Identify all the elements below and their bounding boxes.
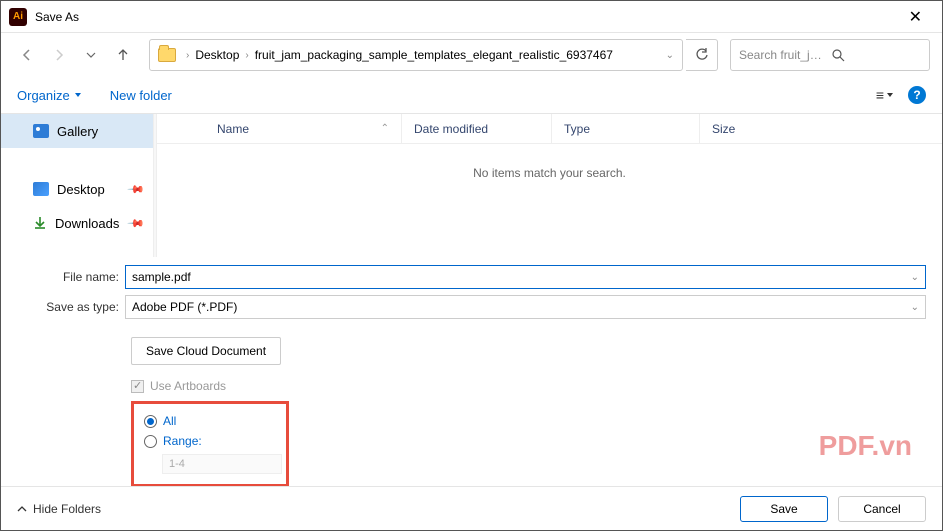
chevron-right-icon: ›	[184, 50, 191, 61]
filename-input[interactable]: sample.pdf⌄	[125, 265, 926, 289]
dialog-title: Save As	[35, 10, 79, 24]
chevron-right-icon: ›	[243, 50, 250, 61]
sidebar-item-downloads[interactable]: Downloads 📌	[1, 206, 153, 240]
filename-label: File name:	[17, 270, 125, 284]
highlighted-options: All Range: 1-4	[131, 401, 289, 487]
radio-icon	[144, 435, 157, 448]
save-cloud-button[interactable]: Save Cloud Document	[131, 337, 281, 365]
radio-label: Range:	[163, 434, 202, 448]
radio-all[interactable]: All	[144, 414, 270, 428]
chevron-down-icon[interactable]: ⌄	[911, 302, 919, 313]
organize-button[interactable]: Organize	[17, 88, 82, 103]
column-type[interactable]: Type	[552, 114, 700, 143]
main-area: Gallery Desktop 📌 Downloads 📌 Name⌃ Date…	[1, 113, 942, 257]
watermark: PDF.vn	[819, 430, 912, 462]
pin-icon: 📌	[127, 214, 146, 233]
recent-dropdown[interactable]	[77, 41, 105, 69]
up-button[interactable]	[109, 41, 137, 69]
help-button[interactable]: ?	[908, 86, 926, 104]
search-placeholder: Search fruit_jam_packaging...	[739, 48, 828, 62]
new-folder-button[interactable]: New folder	[110, 88, 172, 103]
forward-button[interactable]	[45, 41, 73, 69]
back-button[interactable]	[13, 41, 41, 69]
column-size[interactable]: Size	[700, 114, 942, 143]
sidebar-item-gallery[interactable]: Gallery	[1, 114, 153, 148]
folder-icon	[158, 48, 176, 62]
form-area: File name: sample.pdf⌄ Save as type: Ado…	[1, 257, 942, 333]
radio-range[interactable]: Range:	[144, 434, 270, 448]
sort-indicator-icon: ⌃	[381, 123, 389, 134]
cancel-button[interactable]: Cancel	[838, 496, 926, 522]
downloads-icon	[33, 216, 47, 230]
options-area: Save Cloud Document Use Artboards All Ra…	[1, 333, 942, 487]
column-name[interactable]: Name⌃	[157, 114, 402, 143]
empty-message: No items match your search.	[157, 144, 942, 180]
pin-icon: 📌	[127, 180, 146, 199]
titlebar: Ai Save As ✕	[1, 1, 942, 33]
hide-folders-button[interactable]: Hide Folders	[17, 502, 101, 516]
refresh-button[interactable]	[686, 39, 718, 71]
toolbar: Organize New folder ≡ ?	[1, 77, 942, 113]
filetype-row: Save as type: Adobe PDF (*.PDF)⌄	[17, 295, 926, 319]
sidebar-item-label: Desktop	[57, 182, 105, 197]
file-list: Name⌃ Date modified Type Size No items m…	[157, 114, 942, 257]
search-input[interactable]: Search fruit_jam_packaging...	[730, 39, 930, 71]
radio-label: All	[163, 414, 176, 428]
sidebar-item-desktop[interactable]: Desktop 📌	[1, 172, 153, 206]
save-button[interactable]: Save	[740, 496, 828, 522]
gallery-icon	[33, 124, 49, 138]
radio-icon	[144, 415, 157, 428]
sidebar-item-label: Downloads	[55, 216, 119, 231]
sidebar: Gallery Desktop 📌 Downloads 📌	[1, 114, 153, 257]
nav-bar: › Desktop › fruit_jam_packaging_sample_t…	[1, 33, 942, 77]
chevron-up-icon	[17, 504, 27, 514]
desktop-icon	[33, 182, 49, 196]
view-options-button[interactable]: ≡	[876, 87, 894, 103]
chevron-down-icon[interactable]: ⌄	[911, 272, 919, 283]
search-icon	[832, 49, 921, 62]
filename-row: File name: sample.pdf⌄	[17, 265, 926, 289]
footer: Hide Folders Save Cancel	[1, 486, 942, 530]
filetype-select[interactable]: Adobe PDF (*.PDF)⌄	[125, 295, 926, 319]
close-button[interactable]: ✕	[897, 3, 934, 31]
breadcrumb-item[interactable]: Desktop	[191, 48, 243, 62]
filetype-label: Save as type:	[17, 300, 125, 314]
column-headers: Name⌃ Date modified Type Size	[157, 114, 942, 144]
column-date[interactable]: Date modified	[402, 114, 552, 143]
app-icon: Ai	[9, 8, 27, 26]
sidebar-item-label: Gallery	[57, 124, 98, 139]
breadcrumb-item[interactable]: fruit_jam_packaging_sample_templates_ele…	[251, 48, 617, 62]
chevron-down-icon[interactable]: ⌄	[666, 50, 674, 61]
range-input[interactable]: 1-4	[162, 454, 282, 474]
address-bar[interactable]: › Desktop › fruit_jam_packaging_sample_t…	[149, 39, 683, 71]
